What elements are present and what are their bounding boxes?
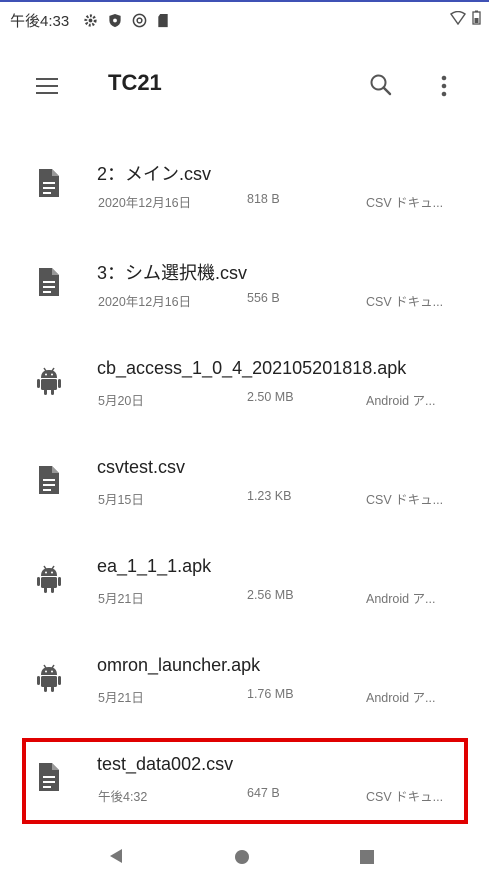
file-date: 5月21日 bbox=[98, 691, 144, 705]
file-date: 午後4:32 bbox=[98, 790, 148, 804]
status-right-icons bbox=[450, 10, 481, 25]
file-item[interactable]: cb_access_1_0_4_202105201818.apk 5月20日 2… bbox=[0, 338, 489, 437]
recents-icon[interactable] bbox=[360, 850, 374, 864]
file-name: cb_access_1_0_4_202105201818.apk bbox=[97, 358, 407, 378]
sd-card-icon bbox=[158, 13, 168, 27]
shield-icon bbox=[109, 13, 121, 27]
back-icon[interactable] bbox=[108, 848, 124, 864]
status-time: 午後4:33 bbox=[10, 12, 70, 30]
home-icon[interactable] bbox=[235, 850, 249, 864]
at-icon bbox=[132, 13, 147, 27]
file-name: omron_launcher.apk bbox=[97, 655, 261, 675]
file-item[interactable]: csvtest.csv 5月15日 1.23 KB CSV ドキュ... bbox=[0, 437, 489, 536]
file-list: 2：メイン.csv 2020年12月16日 818 B CSV ドキュ... 3… bbox=[0, 140, 489, 833]
file-date: 5月20日 bbox=[98, 394, 144, 408]
file-size: 2.50 MB bbox=[247, 390, 294, 404]
document-icon bbox=[39, 169, 59, 197]
file-size: 1.76 MB bbox=[247, 687, 294, 701]
file-type: Android ア... bbox=[366, 592, 436, 606]
file-name: ea_1_1_1.apk bbox=[97, 556, 212, 576]
file-date: 5月21日 bbox=[98, 592, 144, 606]
file-size: 2.56 MB bbox=[247, 588, 294, 602]
file-size: 556 B bbox=[247, 291, 280, 305]
file-date: 2020年12月16日 bbox=[98, 196, 192, 210]
wifi-icon bbox=[450, 10, 466, 25]
android-icon bbox=[37, 565, 61, 593]
file-name: test_data002.csv bbox=[97, 754, 234, 774]
status-bar: 午後4:33 bbox=[0, 2, 489, 38]
file-item[interactable]: 2：メイン.csv 2020年12月16日 818 B CSV ドキュ... bbox=[0, 140, 489, 239]
navigation-bar bbox=[0, 838, 489, 875]
file-size: 1.23 KB bbox=[247, 489, 292, 503]
file-date: 2020年12月16日 bbox=[98, 295, 192, 309]
battery-icon bbox=[472, 10, 481, 25]
file-size: 818 B bbox=[247, 192, 280, 206]
file-size: 647 B bbox=[247, 786, 280, 800]
file-type: CSV ドキュ... bbox=[366, 493, 444, 507]
file-item[interactable]: ea_1_1_1.apk 5月21日 2.56 MB Android ア... bbox=[0, 536, 489, 635]
document-icon bbox=[39, 763, 59, 791]
file-type: CSV ドキュ... bbox=[366, 295, 444, 309]
file-type: Android ア... bbox=[366, 691, 436, 705]
document-icon bbox=[39, 268, 59, 296]
file-type: CSV ドキュ... bbox=[366, 196, 444, 210]
more-vert-icon[interactable] bbox=[434, 74, 454, 98]
file-name: 2：メイン.csv bbox=[97, 164, 212, 184]
page-title: TC21 bbox=[108, 70, 162, 95]
file-item[interactable]: 3：シム選択機.csv 2020年12月16日 556 B CSV ドキュ... bbox=[0, 239, 489, 338]
file-name: csvtest.csv bbox=[97, 457, 186, 477]
menu-icon[interactable] bbox=[36, 78, 58, 96]
file-type: Android ア... bbox=[366, 394, 436, 408]
file-date: 5月15日 bbox=[98, 493, 144, 507]
android-icon bbox=[37, 664, 61, 692]
file-item[interactable]: omron_launcher.apk 5月21日 1.76 MB Android… bbox=[0, 635, 489, 734]
search-icon[interactable] bbox=[368, 72, 394, 98]
status-icons bbox=[83, 13, 169, 28]
gear-icon bbox=[84, 13, 97, 27]
document-icon bbox=[39, 466, 59, 494]
file-item[interactable]: test_data002.csv 午後4:32 647 B CSV ドキュ... bbox=[0, 734, 489, 833]
android-icon bbox=[37, 367, 61, 395]
app-bar: TC21 bbox=[0, 62, 489, 122]
file-type: CSV ドキュ... bbox=[366, 790, 444, 804]
file-name: 3：シム選択機.csv bbox=[97, 263, 248, 283]
